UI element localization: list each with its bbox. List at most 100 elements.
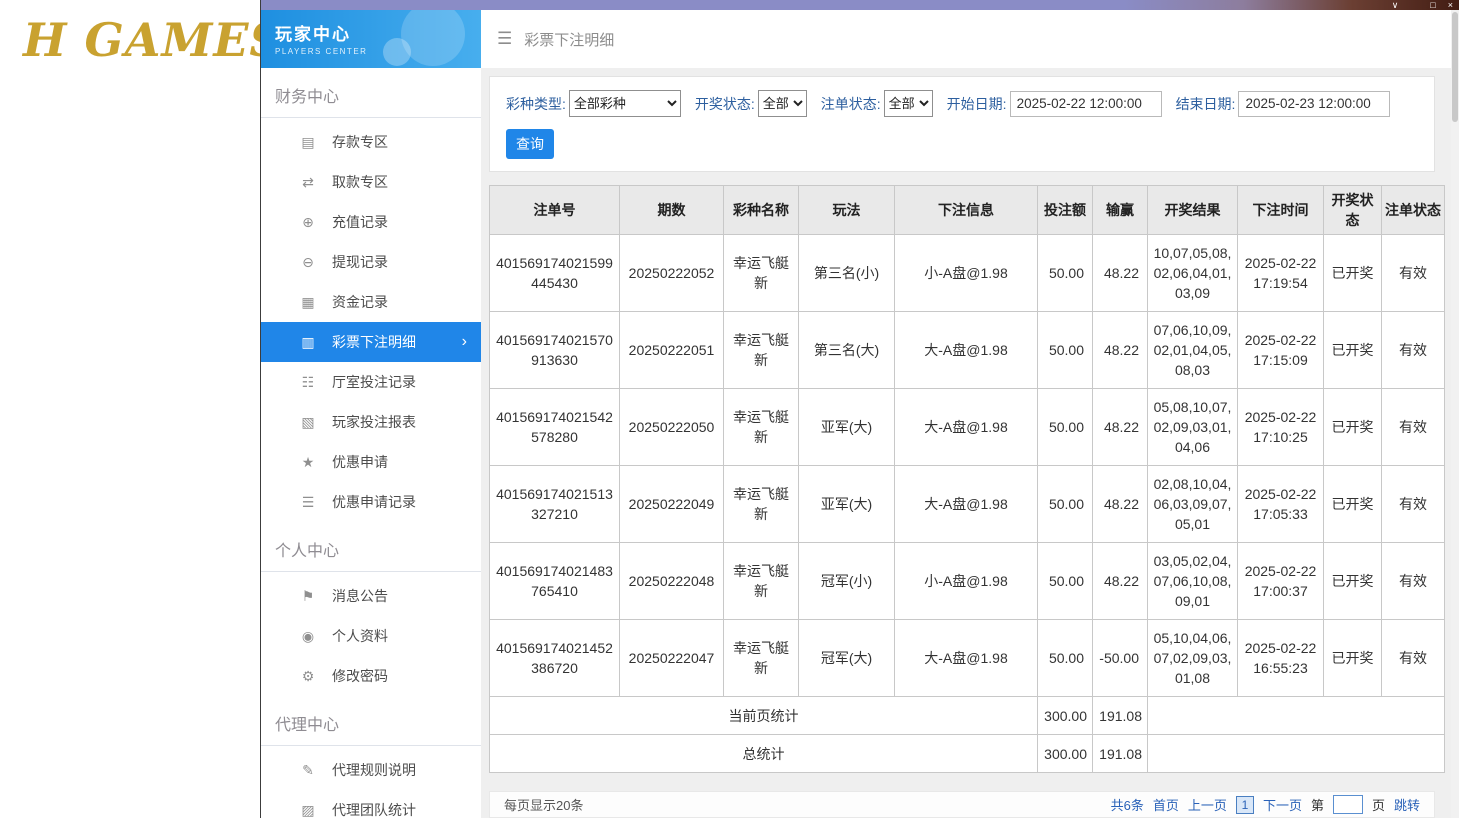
chevron-down-icon[interactable]: ∨: [1392, 0, 1399, 10]
jump-label-after: 页: [1371, 798, 1385, 813]
sidebar-item-player-bet-report[interactable]: ▧ 玩家投注报表: [261, 402, 481, 442]
sidebar-item-withdraw[interactable]: ⇄ 取款专区: [261, 162, 481, 202]
draw-status-label: 开奖状态:: [694, 95, 755, 112]
cell-lottery-name: 幸运飞艇新: [723, 542, 799, 620]
cell-bet-time: 2025-02-22 17:15:09: [1237, 311, 1324, 389]
page-size-text: 每页显示20条: [504, 798, 584, 813]
cell-win-loss: 48.22: [1092, 388, 1148, 466]
sidebar-item-change-password[interactable]: ⚙ 修改密码: [261, 656, 481, 696]
page-jump-input[interactable]: [1332, 795, 1363, 814]
lottery-type-select[interactable]: 全部彩种: [568, 90, 681, 117]
cell-period: 20250222051: [619, 311, 724, 389]
cell-bet-info: 大-A盘@1.98: [894, 311, 1038, 389]
maximize-icon[interactable]: □: [1430, 0, 1435, 10]
sidebar-item-deposit[interactable]: ▤ 存款专区: [261, 122, 481, 162]
column-header: 下注信息: [894, 185, 1038, 235]
sidebar-item-agent-team-stats[interactable]: ▨ 代理团队统计: [261, 790, 481, 818]
sidebar: 玩家中心 PLAYERS CENTER 财务中心 ▤ 存款专区 ⇄ 取款专区 ⊕ 充值记录 ⊖…: [261, 10, 481, 818]
table-header-row: 注单号 期数 彩种名称 玩法 下注信息 投注额 输赢 开奖结果 下注时间 开奖状态 注单状态: [489, 185, 1445, 235]
first-page-link[interactable]: 首页: [1153, 795, 1179, 814]
cell-win-loss: 48.22: [1092, 234, 1148, 312]
cell-bet-info: 大-A盘@1.98: [894, 388, 1038, 466]
sidebar-item-label: 提现记录: [332, 254, 388, 270]
withdraw-icon: ⇄: [302, 173, 314, 190]
cell-period: 20250222047: [619, 619, 724, 697]
sidebar-item-cashout-record[interactable]: ⊖ 提现记录: [261, 242, 481, 282]
site-background-panel: H GAMES: [0, 0, 260, 818]
logo-bar-icon: [2, 38, 10, 68]
sidebar-item-promo-apply[interactable]: ★ 优惠申请: [261, 442, 481, 482]
lottery-type-label: 彩种类型:: [506, 95, 566, 112]
sidebar-item-promo-apply-record[interactable]: ☰ 优惠申请记录: [261, 482, 481, 522]
next-page-link[interactable]: 下一页: [1263, 795, 1302, 814]
page-summary-bet-total: 300.00: [1037, 696, 1093, 735]
cell-lottery-name: 幸运飞艇新: [723, 619, 799, 697]
close-icon[interactable]: ×: [1448, 0, 1453, 10]
end-date-label: 结束日期:: [1175, 95, 1236, 112]
cell-draw-result: 02,08,10,04,06,03,09,07,05,01: [1147, 465, 1238, 543]
jump-label-before: 第: [1310, 798, 1324, 813]
hamburger-icon[interactable]: ☰: [497, 29, 512, 49]
scrollbar-thumb[interactable]: [1452, 12, 1458, 122]
draw-status-select[interactable]: 全部: [757, 90, 807, 117]
page-summary-label: 当前页统计: [489, 696, 1038, 735]
sidebar-item-label: 个人资料: [332, 628, 388, 644]
cell-play-type: 冠军(小): [798, 542, 895, 620]
cell-play-type: 亚军(大): [798, 388, 895, 466]
window-scrollbar[interactable]: [1451, 10, 1459, 818]
cell-bet-no: 401569174021452386720: [489, 619, 620, 697]
sidebar-item-profile[interactable]: ◉ 个人资料: [261, 616, 481, 656]
end-date-input[interactable]: [1238, 90, 1391, 117]
announcement-icon: ⚑: [301, 587, 315, 604]
column-header: 输赢: [1092, 185, 1148, 235]
cell-play-type: 第三名(大): [798, 311, 895, 389]
cell-bet-no: 401569174021542578280: [489, 388, 620, 466]
cell-bet-info: 小-A盘@1.98: [894, 234, 1038, 312]
sidebar-item-lottery-bet-detail[interactable]: ▥ 彩票下注明细 ›: [261, 322, 481, 362]
cell-bet-amount: 50.00: [1037, 465, 1093, 543]
sidebar-item-label: 充值记录: [332, 214, 388, 230]
cell-win-loss: 48.22: [1092, 542, 1148, 620]
page: H GAMES ∨ □ × 玩家中心 PLAYERS CENTER 财务中心 ▤ 存…: [0, 0, 1459, 818]
cell-order-status: 有效: [1381, 234, 1445, 312]
filter-row: 彩种类型: 全部彩种 开奖状态: 全部 注单状态: 全部 开始日期: 2025-…: [506, 90, 1418, 117]
bet-record-row: 401569174021570913630 20250222051 幸运飞艇新 第三名…: [489, 311, 1445, 389]
sidebar-item-funds-record[interactable]: ▦ 资金记录: [261, 282, 481, 322]
sidebar-item-label: 存款专区: [332, 134, 388, 150]
logo-bar-icon: [6, 10, 22, 68]
sidebar-item-label: 资金记录: [332, 294, 388, 310]
funds-record-icon: ▦: [301, 293, 315, 310]
sidebar-item-label: 取款专区: [332, 174, 388, 190]
cell-order-status: 有效: [1381, 311, 1445, 389]
cell-win-loss: 48.22: [1092, 465, 1148, 543]
table-body: 401569174021599445430 20250222052 幸运飞艇新 第三名…: [489, 234, 1445, 697]
search-button[interactable]: 查询: [506, 129, 554, 159]
sidebar-item-announcement[interactable]: ⚑ 消息公告: [261, 576, 481, 616]
pagination: 共6条 首页 上一页 1 下一页 第 页 跳转: [1102, 795, 1420, 814]
prev-page-link[interactable]: 上一页: [1188, 795, 1227, 814]
window-controls: ∨ □ ×: [1380, 0, 1453, 10]
cell-order-status: 有效: [1381, 542, 1445, 620]
start-date-input[interactable]: [1009, 90, 1162, 117]
sidebar-item-agent-rules[interactable]: ✎ 代理规则说明: [261, 750, 481, 790]
order-status-select[interactable]: 全部: [883, 90, 933, 117]
sidebar-item-label: 彩票下注明细: [332, 334, 416, 350]
app-window: ∨ □ × 玩家中心 PLAYERS CENTER 财务中心 ▤ 存款专区 ⇄ 取款专区…: [260, 0, 1459, 818]
sidebar-item-hall-bet-record[interactable]: ☷ 厅室投注记录: [261, 362, 481, 402]
table-summary: 当前页统计 300.00 191.08 总统计 300.00 191.08: [489, 696, 1445, 773]
cell-order-status: 有效: [1381, 465, 1445, 543]
cell-bet-no: 401569174021599445430: [489, 234, 620, 312]
cell-period: 20250222050: [619, 388, 724, 466]
jump-button[interactable]: 跳转: [1394, 795, 1420, 814]
page-summary-row: 当前页统计 300.00 191.08: [489, 696, 1445, 735]
bet-record-row: 401569174021513327210 20250222049 幸运飞艇新 亚军(…: [489, 465, 1445, 543]
cell-play-type: 第三名(小): [798, 234, 895, 312]
column-header: 注单状态: [1381, 185, 1445, 235]
bet-table-wrap: 注单号 期数 彩种名称 玩法 下注信息 投注额 输赢 开奖结果 下注时间 开奖状态 注单状态 401…: [489, 185, 1445, 773]
current-page-indicator[interactable]: 1: [1235, 795, 1254, 814]
sidebar-item-recharge-record[interactable]: ⊕ 充值记录: [261, 202, 481, 242]
cell-bet-time: 2025-02-22 16:55:23: [1237, 619, 1324, 697]
main-content: ☰ 彩票下注明细 彩种类型: 全部彩种 开奖状态: 全部 注单状态: 全部 开始…: [481, 10, 1451, 818]
deposit-icon: ▤: [301, 133, 315, 150]
sidebar-item-label: 优惠申请: [332, 454, 388, 470]
